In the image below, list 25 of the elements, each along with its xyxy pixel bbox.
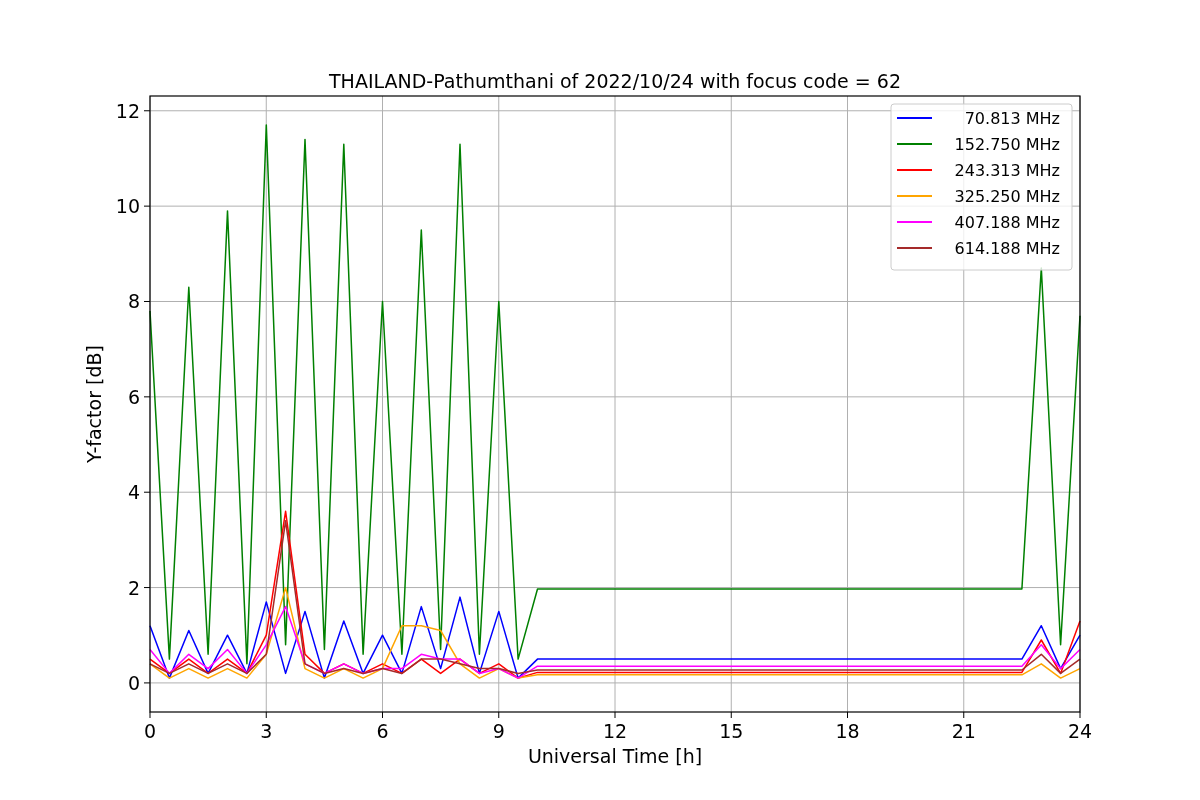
legend-label: 152.750 MHz (954, 135, 1060, 154)
x-tick-label: 9 (492, 720, 505, 742)
y-tick-label: 4 (127, 481, 140, 504)
y-tick-label: 0 (127, 671, 140, 694)
y-tick-label: 12 (115, 99, 140, 122)
legend-label: 70.813 MHz (964, 109, 1060, 128)
x-tick-label: 18 (835, 720, 860, 742)
legend-label: 614.188 MHz (954, 239, 1060, 258)
legend-label: 325.250 MHz (954, 187, 1060, 206)
x-tick-label: 0 (143, 720, 157, 742)
y-axis-label: Y-factor [dB] (83, 345, 105, 463)
x-tick-label: 3 (260, 720, 273, 742)
legend-label: 407.188 MHz (954, 213, 1060, 232)
x-tick-label: 15 (719, 720, 744, 742)
legend-label: 243.313 MHz (954, 161, 1060, 180)
y-tick-label: 8 (127, 290, 140, 313)
y-tick-label: 10 (115, 195, 140, 218)
y-tick-label: 2 (127, 576, 140, 599)
x-axis-label: Universal Time [h] (527, 745, 703, 767)
x-tick-label: 24 (1067, 720, 1093, 742)
x-tick-label: 6 (376, 720, 389, 742)
x-tick-label: 21 (951, 720, 976, 742)
chart-title: THAILAND-Pathumthani of 2022/10/24 with focus code = 62 (329, 70, 901, 92)
y-tick-label: 6 (127, 385, 140, 408)
x-tick-label: 12 (602, 720, 628, 742)
